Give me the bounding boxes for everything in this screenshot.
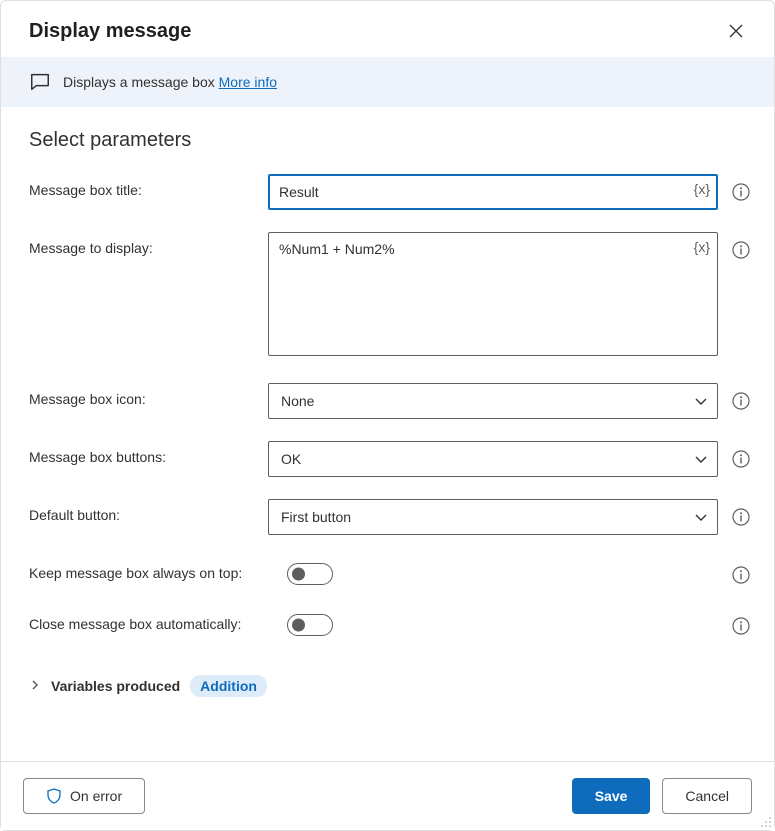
ontop-toggle[interactable] — [287, 563, 333, 585]
default-label: Default button: — [29, 499, 254, 523]
toggle-knob — [292, 568, 305, 581]
buttons-info-button[interactable] — [732, 448, 750, 470]
message-textarea[interactable]: %Num1 + Num2% — [268, 232, 718, 356]
message-variable-button[interactable]: {x} — [694, 239, 710, 255]
buttons-select[interactable]: OK — [268, 441, 718, 477]
autoclose-info-button[interactable] — [732, 615, 750, 637]
default-info-button[interactable] — [732, 506, 750, 528]
ontop-label: Keep message box always on top: — [29, 557, 273, 581]
info-icon — [732, 183, 750, 201]
on-error-button[interactable]: On error — [23, 778, 145, 814]
icon-info-button[interactable] — [732, 390, 750, 412]
vars-produced-label[interactable]: Variables produced — [51, 678, 180, 694]
more-info-link[interactable]: More info — [219, 74, 277, 90]
info-icon — [732, 392, 750, 410]
message-box-icon — [29, 71, 51, 93]
chevron-right-icon — [29, 679, 41, 691]
title-variable-button[interactable]: {x} — [694, 181, 710, 197]
dialog-title: Display message — [29, 20, 191, 43]
message-label: Message to display: — [29, 232, 254, 256]
toggle-knob — [292, 619, 305, 632]
vars-produced-badge[interactable]: Addition — [190, 675, 267, 697]
cancel-button[interactable]: Cancel — [662, 778, 752, 814]
description-bar: Displays a message box More info — [1, 57, 774, 107]
close-icon — [729, 24, 743, 38]
message-input-wrap: %Num1 + Num2% {x} — [268, 232, 718, 361]
title-info-button[interactable] — [732, 181, 750, 203]
info-icon — [732, 450, 750, 468]
save-button[interactable]: Save — [572, 778, 651, 814]
info-icon — [732, 241, 750, 259]
resize-grip-icon[interactable] — [760, 816, 772, 828]
icon-label: Message box icon: — [29, 383, 254, 407]
shield-icon — [46, 788, 62, 804]
info-icon — [732, 617, 750, 635]
description-text: Displays a message box More info — [63, 74, 277, 90]
section-title: Select parameters — [29, 129, 746, 152]
info-icon — [732, 566, 750, 584]
default-select[interactable]: First button — [268, 499, 718, 535]
buttons-label: Message box buttons: — [29, 441, 254, 465]
title-input[interactable] — [268, 174, 718, 210]
close-button[interactable] — [722, 17, 750, 45]
info-icon — [732, 508, 750, 526]
icon-select[interactable]: None — [268, 383, 718, 419]
autoclose-toggle[interactable] — [287, 614, 333, 636]
vars-expand-button[interactable] — [29, 678, 41, 694]
autoclose-label: Close message box automatically: — [29, 608, 273, 632]
message-info-button[interactable] — [732, 239, 750, 261]
title-input-wrap: {x} — [268, 174, 718, 210]
title-label: Message box title: — [29, 174, 254, 198]
ontop-info-button[interactable] — [732, 564, 750, 586]
